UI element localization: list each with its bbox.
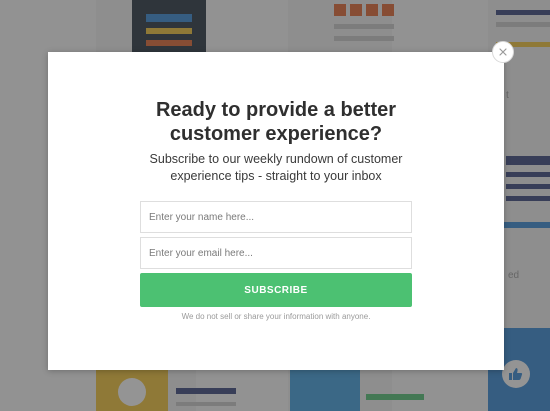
- subscribe-modal: Ready to provide a better customer exper…: [48, 52, 504, 370]
- close-button[interactable]: [492, 41, 514, 63]
- privacy-disclaimer: We do not sell or share your information…: [181, 312, 371, 321]
- subscribe-button[interactable]: SUBSCRIBE: [140, 273, 412, 307]
- close-icon: [499, 48, 507, 56]
- modal-title: Ready to provide a better customer exper…: [155, 99, 397, 145]
- modal-subtitle: Subscribe to our weekly rundown of custo…: [149, 152, 403, 183]
- name-input[interactable]: [140, 201, 412, 233]
- email-input[interactable]: [140, 237, 412, 269]
